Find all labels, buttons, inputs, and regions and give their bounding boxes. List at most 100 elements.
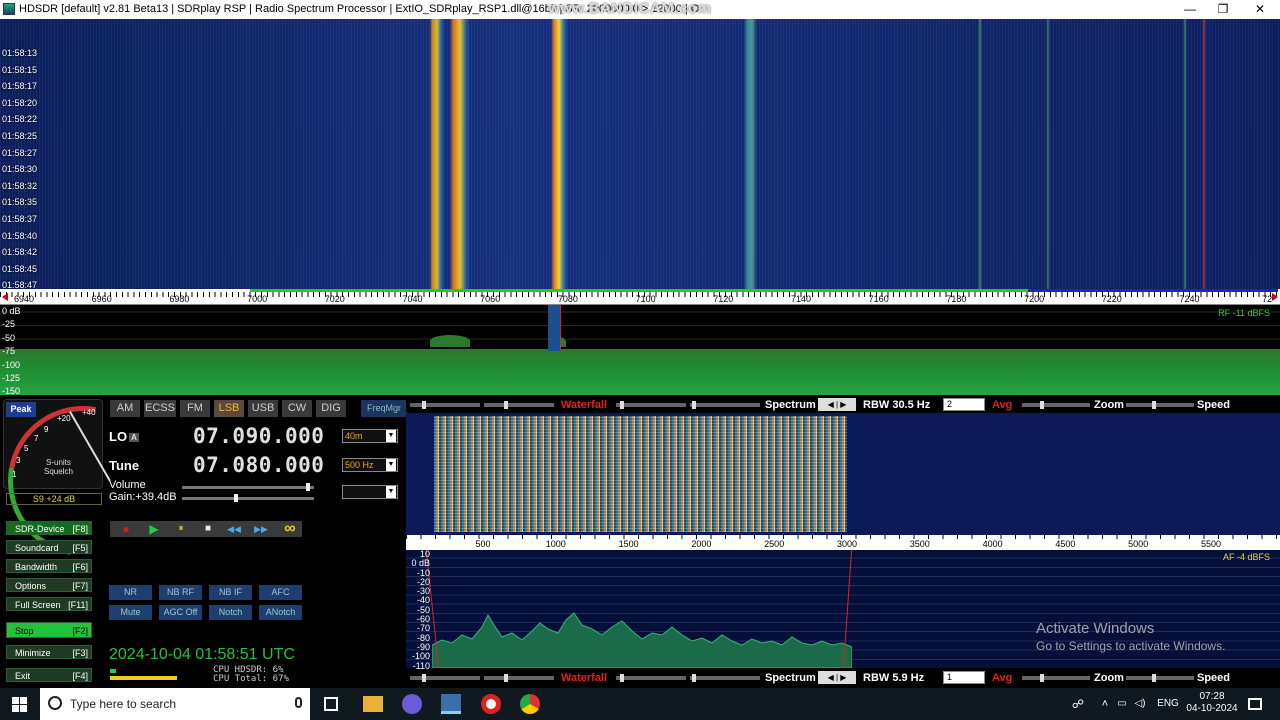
slider[interactable] — [410, 401, 480, 409]
speed-slider[interactable] — [1126, 674, 1194, 682]
people-icon[interactable]: ☍ — [1068, 694, 1088, 714]
af-frequency-label: 5500 — [1200, 539, 1222, 549]
af-scale-label: -110 — [412, 660, 430, 671]
slider[interactable] — [616, 401, 686, 409]
main-waterfall[interactable]: 01:58:13 01:58:15 01:58:17 01:58:20 01:58:22… — [0, 19, 1280, 307]
tune-step-select[interactable]: 500 Hz ▼ — [342, 458, 398, 472]
soundcard-button[interactable]: Soundcard [F5] — [6, 540, 92, 554]
mode-dig-button[interactable]: DIG — [316, 400, 346, 417]
mode-lsb-button[interactable]: LSB — [214, 400, 244, 417]
dsp-nr-button[interactable]: NR — [109, 585, 152, 600]
volume-slider[interactable] — [182, 483, 314, 491]
slider[interactable] — [484, 674, 554, 682]
dsp-afc-button[interactable]: AFC — [259, 585, 302, 600]
mode-cw-button[interactable]: CW — [282, 400, 312, 417]
mode-fm-button[interactable]: FM — [180, 400, 210, 417]
volume-icon[interactable]: ◁) — [1133, 694, 1147, 714]
dsp-mute-button[interactable]: Mute — [109, 605, 152, 620]
scroll-right-icon[interactable] — [1272, 293, 1278, 301]
bandwidth-button[interactable]: Bandwidth [F6] — [6, 559, 92, 573]
full-screen-button[interactable]: Full Screen [F11] — [6, 597, 92, 611]
af-frequency-scale[interactable]: 500 1000 1500 2000 2500 3000 3500 4000 4500 5000 5… — [406, 535, 1280, 550]
file-explorer-icon[interactable] — [363, 696, 383, 712]
time-label: 01:58:42 — [2, 247, 38, 258]
af-toolbar-bottom: Waterfall Spectrum ◀ | ▶ RBW 5.9 Hz 1 Av… — [406, 671, 1280, 685]
gain-slider-thumb[interactable] — [234, 494, 238, 502]
lo-vfo-button[interactable]: A — [129, 433, 139, 443]
dsp-nb-if-button[interactable]: NB IF — [209, 585, 252, 600]
taskbar-search-input[interactable]: Type here to search — [40, 688, 310, 720]
frequency-label: 72 — [1262, 294, 1273, 304]
loop-icon[interactable]: ∞ — [278, 521, 302, 537]
dsp-anotch-button[interactable]: ANotch — [259, 605, 302, 620]
options-button[interactable]: Options [F7] — [6, 578, 92, 592]
task-view-icon[interactable] — [324, 697, 338, 711]
button-shortcut: [F3] — [72, 648, 88, 658]
spectrum-scroll-arrows[interactable]: ◀ | ▶ — [818, 671, 856, 684]
sdr-device-button[interactable]: SDR-Device [F8] — [6, 521, 92, 535]
af-waterfall[interactable] — [406, 413, 1280, 535]
band-select[interactable]: 40m ▼ — [342, 429, 398, 443]
frequency-label: 7140 — [790, 294, 812, 304]
network-icon[interactable]: ▭ — [1115, 694, 1129, 714]
rf-scale: 0 dB -25 -50 -75 -100 -125 -150 — [2, 305, 21, 399]
close-button[interactable]: ✕ — [1242, 0, 1278, 19]
bandicam-record-icon[interactable] — [481, 694, 501, 714]
slider[interactable] — [690, 401, 760, 409]
slider[interactable] — [410, 674, 480, 682]
lo-frequency[interactable]: 07.090.000 — [193, 424, 324, 448]
stop-button[interactable]: Stop [F2] — [6, 622, 92, 638]
audio-select[interactable]: ▼ — [342, 485, 398, 499]
exit-button[interactable]: Exit [F4] — [6, 668, 92, 682]
frequency-scale[interactable]: 6940 6960 6980 7000 7020 7040 7060 7080 7100 7120… — [0, 289, 1280, 305]
tune-frequency[interactable]: 07.080.000 — [193, 453, 324, 477]
dsp-notch-button[interactable]: Notch — [209, 605, 252, 620]
taskbar-clock[interactable]: 07:28 04-10-2024 — [1184, 691, 1240, 715]
stop-icon[interactable]: ■ — [198, 521, 218, 537]
language-indicator[interactable]: ENG — [1155, 698, 1181, 710]
avg-select[interactable]: 1 — [943, 671, 985, 684]
time-label: 01:58:40 — [2, 230, 38, 241]
maximize-button[interactable]: ❐ — [1205, 0, 1241, 19]
notification-icon[interactable] — [1248, 698, 1262, 710]
minimize-button[interactable]: Minimize [F3] — [6, 645, 92, 659]
slider[interactable] — [690, 674, 760, 682]
mode-usb-button[interactable]: USB — [248, 400, 278, 417]
windows-start-icon[interactable] — [0, 688, 38, 720]
mode-am-button[interactable]: AM — [110, 400, 140, 417]
s-units-label: S-units — [46, 458, 71, 467]
dsp-agc-off-button[interactable]: AGC Off — [159, 605, 202, 620]
zoom-slider[interactable] — [1022, 674, 1090, 682]
spectrum-scroll-arrows[interactable]: ◀ | ▶ — [818, 398, 856, 411]
dsp-nb-rf-button[interactable]: NB RF — [159, 585, 202, 600]
speed-slider[interactable] — [1126, 401, 1194, 409]
zoom-slider[interactable] — [1022, 401, 1090, 409]
rewind-icon[interactable]: ◀◀ — [224, 521, 244, 537]
hdsdr-taskbar-icon[interactable] — [441, 694, 461, 714]
fast-forward-icon[interactable]: ▶▶ — [251, 521, 271, 537]
pause-icon[interactable]: ⏸ — [171, 521, 191, 537]
s-meter-scale: 7 — [34, 434, 39, 443]
play-icon[interactable]: ▶ — [144, 521, 164, 537]
mode-ecss-button[interactable]: ECSS — [144, 400, 176, 417]
minimize-button[interactable]: — — [1172, 0, 1208, 19]
gain-slider[interactable] — [182, 494, 314, 502]
avg-select[interactable]: 2 — [943, 398, 985, 411]
slider[interactable] — [616, 674, 686, 682]
scroll-left-icon[interactable] — [2, 293, 8, 301]
volume-slider-thumb[interactable] — [306, 483, 310, 491]
app-icon-circle[interactable] — [402, 694, 422, 714]
slider[interactable] — [484, 401, 554, 409]
freqmgr-button[interactable]: FreqMgr — [361, 400, 407, 417]
rf-spectrum[interactable]: 0 dB -25 -50 -75 -100 -125 -150 RF -11 dBFS — [0, 305, 1280, 396]
chevron-up-icon[interactable]: ˄ — [1098, 694, 1112, 714]
chrome-icon[interactable] — [520, 694, 540, 714]
rf-tune-window[interactable] — [548, 305, 560, 351]
gain-label: Gain:+39.4dB — [109, 491, 177, 503]
s-meter-scale: 3 — [16, 456, 21, 465]
peak-button[interactable]: Peak — [6, 402, 36, 417]
record-icon[interactable]: ● — [116, 521, 136, 537]
button-shortcut: [F2] — [72, 626, 88, 636]
af-frequency-label: 1500 — [618, 539, 639, 549]
microphone-icon[interactable] — [295, 697, 302, 708]
